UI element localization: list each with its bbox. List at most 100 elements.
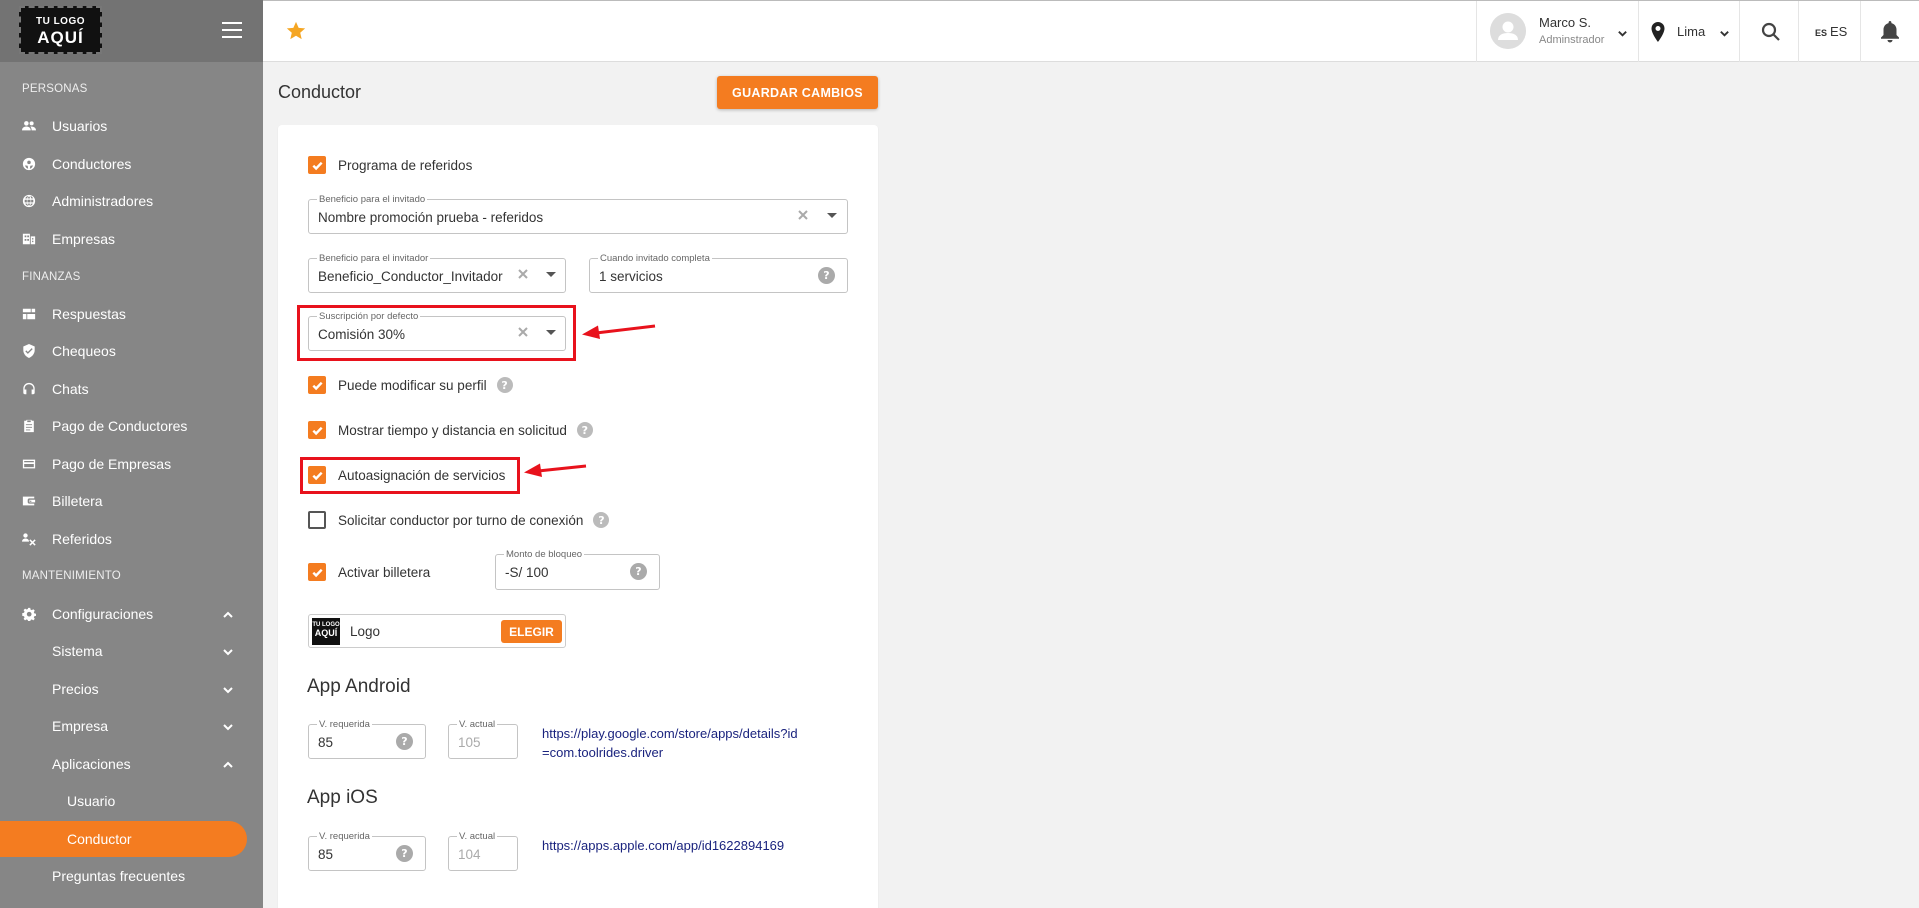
chevron-down-icon: [222, 645, 234, 657]
shield-check-icon: [22, 344, 36, 358]
ios-required-version-input[interactable]: V. requerida 85 ?: [308, 831, 426, 871]
checkbox-label: Programa de referidos: [338, 157, 473, 173]
default-subscription-select[interactable]: Suscripción por defecto Comisión 30%: [308, 311, 566, 351]
sidebar-item-label: Respuestas: [52, 306, 126, 322]
sidebar-item-label: Pago de Empresas: [52, 456, 172, 472]
sidebar-item-label: Billetera: [52, 493, 103, 509]
invitee-benefit-select[interactable]: Beneficio para el invitado Nombre promoc…: [308, 194, 848, 234]
sidebar-item-chats[interactable]: Chats: [0, 371, 263, 407]
sidebar-item-aplicaciones[interactable]: Aplicaciones: [0, 746, 263, 782]
dropdown-arrow-icon[interactable]: [546, 330, 556, 335]
choose-logo-button[interactable]: ELEGIR: [501, 620, 562, 643]
checkbox-label: Mostrar tiempo y distancia en solicitud: [338, 422, 567, 438]
show-time-distance-checkbox-row[interactable]: Mostrar tiempo y distancia en solicitud …: [308, 421, 593, 439]
user-name[interactable]: Marco S.: [1539, 15, 1591, 30]
user-role: Adminstrador: [1539, 34, 1605, 46]
search-icon[interactable]: [1761, 22, 1781, 42]
clear-icon[interactable]: [517, 325, 531, 339]
sidebar-item-configuraciones[interactable]: Configuraciones: [0, 596, 263, 632]
checkbox-label: Autoasignación de servicios: [338, 467, 506, 483]
sidebar-item-billetera[interactable]: Billetera: [0, 483, 263, 519]
sidebar-item-referidos[interactable]: Referidos: [0, 521, 263, 557]
sidebar-item-label: Chats: [52, 381, 89, 397]
dropdown-arrow-icon[interactable]: [546, 272, 556, 277]
wallet-checkbox[interactable]: [308, 563, 326, 581]
wallet-checkbox-row[interactable]: Activar billetera: [308, 563, 430, 581]
divider: [1860, 1, 1861, 62]
sidebar-item-preguntas-frecuentes[interactable]: Preguntas frecuentes: [0, 858, 263, 894]
can-edit-profile-checkbox[interactable]: [308, 376, 326, 394]
sidebar-item-empresa[interactable]: Empresa: [0, 708, 263, 744]
city-selector[interactable]: Lima: [1677, 24, 1705, 39]
can-edit-profile-checkbox-row[interactable]: Puede modificar su perfil ?: [308, 376, 513, 394]
referral-program-checkbox-row[interactable]: Programa de referidos: [308, 156, 472, 174]
help-icon[interactable]: ?: [496, 377, 513, 393]
topbar: Marco S. Adminstrador Lima ES ES: [263, 0, 1919, 62]
logo-picker[interactable]: TU LOGO AQUÍ Logo ELEGIR: [308, 614, 566, 648]
language-selector[interactable]: ES ES: [1815, 24, 1847, 39]
sidebar-item-pago-empresas[interactable]: Pago de Empresas: [0, 446, 263, 482]
android-section-title: App Android: [307, 676, 411, 697]
field-value: Nombre promoción prueba - referidos: [318, 210, 544, 225]
auto-assign-checkbox-row[interactable]: Autoasignación de servicios: [308, 466, 505, 484]
clear-icon[interactable]: [517, 267, 531, 281]
credit-card-icon: [22, 457, 36, 471]
android-store-link[interactable]: https://play.google.com/store/apps/detai…: [542, 724, 802, 762]
sidebar-item-chequeos[interactable]: Chequeos: [0, 333, 263, 369]
sidebar-item-sistema[interactable]: Sistema: [0, 633, 263, 669]
sidebar-item-label: Precios: [52, 681, 99, 697]
shift-request-checkbox[interactable]: [308, 511, 326, 529]
android-required-version-input[interactable]: V. requerida 85 ?: [308, 719, 426, 759]
dropdown-arrow-icon[interactable]: [827, 213, 837, 218]
favorite-star-icon[interactable]: [285, 20, 307, 42]
user-menu-chevron-icon[interactable]: [1617, 26, 1628, 37]
dashboard-icon: [22, 307, 36, 321]
save-changes-button[interactable]: GUARDAR CAMBIOS: [717, 76, 878, 109]
annotation-arrow-icon: [524, 463, 587, 477]
steering-icon: [22, 157, 36, 171]
gear-icon: [22, 607, 36, 621]
shift-request-checkbox-row[interactable]: Solicitar conductor por turno de conexió…: [308, 511, 610, 529]
sidebar-item-empresas[interactable]: Empresas: [0, 221, 263, 257]
field-label: V. requerida: [317, 831, 372, 842]
city-chevron-icon[interactable]: [1719, 26, 1730, 37]
invitee-completes-input[interactable]: Cuando invitado completa 1 servicios ?: [589, 253, 848, 293]
logo-thumbnail: TU LOGO AQUÍ: [312, 618, 340, 645]
field-value: 105: [458, 735, 481, 750]
sidebar-item-usuario[interactable]: Usuario: [0, 783, 263, 819]
sidebar-item-usuarios[interactable]: Usuarios: [0, 108, 263, 144]
sidebar-item-conductores[interactable]: Conductores: [0, 146, 263, 182]
avatar[interactable]: [1490, 13, 1526, 49]
sidebar-item-pago-conductores[interactable]: Pago de Conductores: [0, 408, 263, 444]
sidebar-item-administradores[interactable]: Administradores: [0, 183, 263, 219]
help-icon[interactable]: ?: [818, 267, 835, 284]
field-value: Beneficio_Conductor_Invitador: [318, 269, 503, 284]
help-icon[interactable]: ?: [630, 563, 647, 580]
sidebar-item-precios[interactable]: Precios: [0, 671, 263, 707]
menu-toggle-icon[interactable]: [222, 22, 242, 38]
help-icon[interactable]: ?: [576, 422, 593, 438]
sidebar-item-label: Conductor: [67, 831, 132, 847]
brand-logo[interactable]: TU LOGO AQUÍ: [19, 6, 102, 54]
help-icon[interactable]: ?: [593, 512, 610, 528]
help-icon[interactable]: ?: [396, 733, 413, 750]
ios-store-link[interactable]: https://apps.apple.com/app/id1622894169: [542, 836, 784, 855]
wallet-icon: [22, 494, 36, 508]
lock-amount-input[interactable]: Monto de bloqueo -S/ 100 ?: [495, 549, 660, 590]
show-time-distance-checkbox[interactable]: [308, 421, 326, 439]
help-icon[interactable]: ?: [396, 845, 413, 862]
building-icon: [22, 232, 36, 246]
field-value: 85: [318, 735, 334, 750]
clear-icon[interactable]: [797, 208, 811, 222]
sidebar-item-label: Empresas: [52, 231, 116, 247]
users-icon: [22, 119, 36, 133]
bell-icon[interactable]: [1880, 21, 1900, 43]
sidebar-item-conductor[interactable]: Conductor: [0, 821, 247, 857]
referral-program-checkbox[interactable]: [308, 156, 326, 174]
inviter-benefit-select[interactable]: Beneficio para el invitador Beneficio_Co…: [308, 253, 566, 293]
auto-assign-checkbox[interactable]: [308, 466, 326, 484]
ios-current-version-input: V. actual 104: [448, 831, 518, 871]
divider: [1739, 1, 1740, 62]
field-label: Cuando invitado completa: [598, 253, 712, 264]
sidebar-item-respuestas[interactable]: Respuestas: [0, 296, 263, 332]
